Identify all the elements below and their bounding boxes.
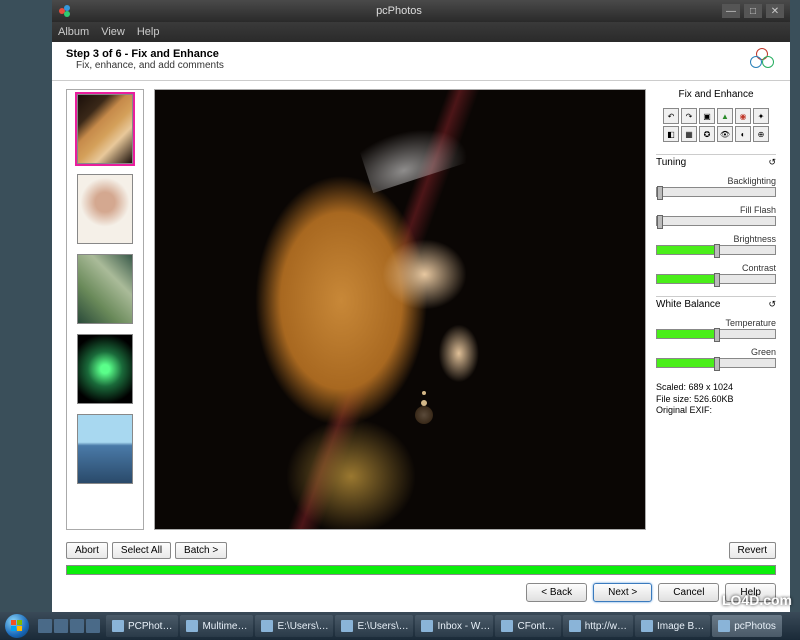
app-icon — [58, 4, 72, 18]
ql-icon-1[interactable] — [38, 619, 52, 633]
batch-button[interactable]: Batch > — [175, 542, 227, 559]
info-filesize: File size: 526.60KB — [656, 394, 776, 406]
back-button[interactable]: < Back — [526, 583, 587, 602]
titlebar: pcPhotos — □ ✕ — [52, 0, 790, 22]
ql-icon-4[interactable] — [86, 619, 100, 633]
tool-redeye-icon[interactable]: ◉ — [735, 108, 751, 124]
info-scaled: Scaled: 689 x 1024 — [656, 382, 776, 394]
step-subtitle: Fix, enhance, and add comments — [76, 60, 750, 71]
menu-help[interactable]: Help — [137, 26, 160, 38]
main-image-preview — [154, 89, 646, 530]
thumbnail-3[interactable] — [77, 254, 133, 324]
task-imageb[interactable]: Image B… — [635, 615, 710, 637]
task-browser[interactable]: http://w… — [563, 615, 633, 637]
green-slider[interactable] — [656, 358, 776, 368]
tool-rotate-right-icon[interactable]: ↷ — [681, 108, 697, 124]
menubar: Album View Help — [52, 22, 790, 42]
tool-sharpen-icon[interactable]: ✦ — [753, 108, 769, 124]
brightness-label: Brightness — [656, 234, 776, 244]
watermark: LO4D.com — [722, 592, 792, 608]
thumbnail-strip — [66, 89, 144, 530]
image-info: Scaled: 689 x 1024 File size: 526.60KB O… — [656, 382, 776, 417]
thumbnail-5[interactable] — [77, 414, 133, 484]
wizard-header: Step 3 of 6 - Fix and Enhance Fix, enhan… — [52, 42, 790, 81]
painting-render — [155, 90, 645, 529]
cancel-button[interactable]: Cancel — [658, 583, 719, 602]
temperature-slider[interactable] — [656, 329, 776, 339]
task-pcphotos[interactable]: PCPhot… — [106, 615, 178, 637]
fillflash-slider[interactable] — [656, 216, 776, 226]
tuning-section: Tuning ↺ — [656, 154, 776, 168]
task-pcphotos-active[interactable]: pcPhotos — [712, 615, 782, 637]
whitebalance-section: White Balance ↺ — [656, 296, 776, 310]
temperature-label: Temperature — [656, 318, 776, 328]
green-label: Green — [656, 347, 776, 357]
action-row: Abort Select All Batch > Revert — [52, 538, 790, 563]
tool-crop-icon[interactable]: ▣ — [699, 108, 715, 124]
thumbnail-4[interactable] — [77, 334, 133, 404]
contrast-label: Contrast — [656, 263, 776, 273]
ql-icon-3[interactable] — [70, 619, 84, 633]
reset-wb-icon[interactable]: ↺ — [768, 299, 776, 310]
brightness-slider[interactable] — [656, 245, 776, 255]
menu-album[interactable]: Album — [58, 26, 89, 38]
quick-launch — [34, 619, 104, 633]
whitebalance-label: White Balance — [656, 299, 720, 310]
select-all-button[interactable]: Select All — [112, 542, 171, 559]
window-title: pcPhotos — [76, 5, 722, 17]
tool-rotate-left-icon[interactable]: ↶ — [663, 108, 679, 124]
minimize-button[interactable]: — — [722, 4, 740, 18]
task-folder-2[interactable]: E:\Users\… — [335, 615, 413, 637]
contrast-slider[interactable] — [656, 274, 776, 284]
step-title: Step 3 of 6 - Fix and Enhance — [66, 48, 750, 60]
logo-icon — [750, 48, 776, 74]
maximize-button[interactable]: □ — [744, 4, 762, 18]
tool-bw-icon[interactable]: ◧ — [663, 126, 679, 142]
content-area: Fix and Enhance ↶ ↷ ▣ ▲ ◉ ✦ ◧ ▦ ✪ 👁 ◐ ⊕ … — [52, 81, 790, 538]
tool-more-1-icon[interactable]: ◐ — [735, 126, 751, 142]
tool-grid: ↶ ↷ ▣ ▲ ◉ ✦ ◧ ▦ ✪ 👁 ◐ ⊕ — [656, 108, 776, 142]
tool-text-icon[interactable]: 👁 — [717, 126, 733, 142]
tool-more-2-icon[interactable]: ⊕ — [753, 126, 769, 142]
tool-sepia-icon[interactable]: ▦ — [681, 126, 697, 142]
wizard-nav: < Back Next > Cancel Help — [52, 577, 790, 612]
task-inbox[interactable]: Inbox - W… — [415, 615, 493, 637]
revert-button[interactable]: Revert — [729, 542, 776, 559]
tool-auto-fix-icon[interactable]: ▲ — [717, 108, 733, 124]
task-folder-1[interactable]: E:\Users\… — [255, 615, 333, 637]
progress-fill — [67, 566, 775, 574]
progress-bar — [66, 565, 776, 575]
menu-view[interactable]: View — [101, 26, 125, 38]
close-button[interactable]: ✕ — [766, 4, 784, 18]
app-window: pcPhotos — □ ✕ Album View Help Step 3 of… — [52, 0, 790, 612]
backlighting-label: Backlighting — [656, 176, 776, 186]
task-multimedia[interactable]: Multime… — [180, 615, 253, 637]
next-button[interactable]: Next > — [593, 583, 652, 602]
backlighting-slider[interactable] — [656, 187, 776, 197]
tuning-label: Tuning — [656, 157, 686, 168]
fix-enhance-panel: Fix and Enhance ↶ ↷ ▣ ▲ ◉ ✦ ◧ ▦ ✪ 👁 ◐ ⊕ … — [656, 89, 776, 530]
task-cfont[interactable]: CFont… — [495, 615, 560, 637]
info-exif: Original EXIF: — [656, 405, 776, 417]
panel-title: Fix and Enhance — [656, 89, 776, 100]
abort-button[interactable]: Abort — [66, 542, 108, 559]
ql-icon-2[interactable] — [54, 619, 68, 633]
start-button[interactable] — [2, 612, 32, 640]
reset-tuning-icon[interactable]: ↺ — [768, 157, 776, 168]
tool-effects-icon[interactable]: ✪ — [699, 126, 715, 142]
thumbnail-2[interactable] — [77, 174, 133, 244]
fillflash-label: Fill Flash — [656, 205, 776, 215]
thumbnail-1[interactable] — [77, 94, 133, 164]
taskbar: PCPhot… Multime… E:\Users\… E:\Users\… I… — [0, 612, 800, 640]
